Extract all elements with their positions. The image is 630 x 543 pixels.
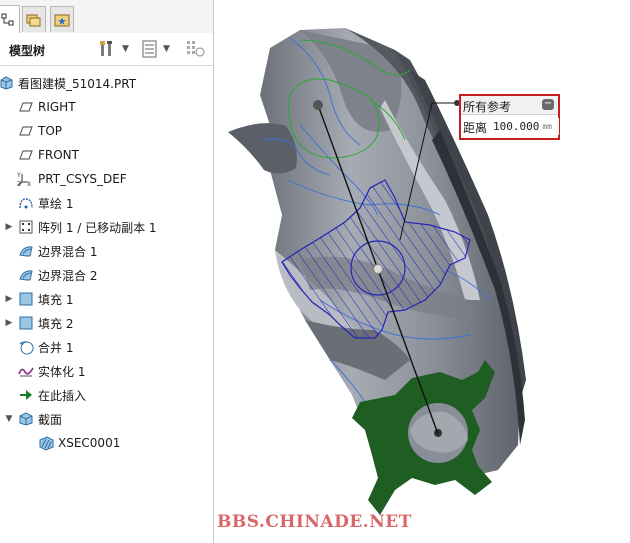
distance-unit: mm (542, 122, 552, 131)
collapse-minus-icon[interactable]: − (542, 99, 554, 110)
reference-distance-box: 所有参考 − 距离 100.000 mm (459, 94, 560, 140)
distance-value-field[interactable]: 100.000 mm (491, 118, 559, 135)
reference-box-header: 所有参考 − (461, 96, 558, 115)
3d-model-view (228, 28, 526, 515)
reference-box-title: 所有参考 (463, 100, 512, 114)
distance-value: 100.000 (493, 120, 540, 133)
distance-label: 距离 (463, 121, 488, 135)
watermark-text: BBS.CHINADE.NET (217, 512, 412, 532)
